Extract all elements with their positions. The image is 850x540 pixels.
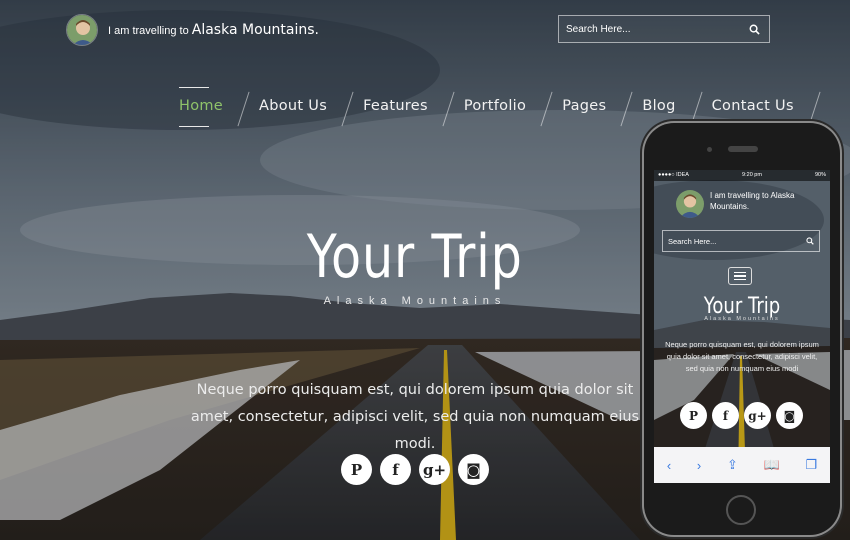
avatar <box>66 14 98 46</box>
search-button[interactable] <box>739 16 769 42</box>
search-icon <box>749 24 760 35</box>
nav-item-label: Contact Us <box>711 98 794 114</box>
search-input[interactable] <box>559 23 739 35</box>
pinterest-icon[interactable]: P <box>341 454 372 485</box>
brand-prefix: I am travelling to <box>108 25 189 37</box>
pinterest-icon[interactable]: P <box>680 402 707 429</box>
phone-brand[interactable]: I am travelling to Alaska Mountains. <box>676 190 820 218</box>
phone-screen: ●●●●○ IDEA 9:20 pm 90% I am travelling t… <box>654 170 830 483</box>
nav-item-contact-us[interactable]: Contact Us <box>694 88 821 127</box>
hero-title: Your Trip <box>306 222 523 292</box>
nav-item-features[interactable]: Features <box>345 88 455 127</box>
instagram-icon[interactable]: ◙ <box>458 454 489 485</box>
nav-item-blog[interactable]: Blog <box>624 88 703 127</box>
nav-item-label: Features <box>363 98 428 114</box>
phone-mockup: ●●●●○ IDEA 9:20 pm 90% I am travelling t… <box>644 123 840 535</box>
phone-status-bar: ●●●●○ IDEA 9:20 pm 90% <box>654 170 830 181</box>
hero-lead-text: Neque porro quisquam est, qui dolorem ip… <box>190 381 640 452</box>
brand-destination: Alaska Mountains. <box>191 22 319 38</box>
share-icon[interactable]: ⇪ <box>727 457 738 473</box>
brand-text: I am travelling to Alaska Mountains. <box>108 22 319 38</box>
nav-item-label: Portfolio <box>463 98 527 114</box>
main-nav: Home About Us Features Portfolio Pages B… <box>176 87 821 127</box>
nav-item-pages[interactable]: Pages <box>544 88 633 127</box>
phone-hero-lead-text: Neque porro quisquam est, qui dolorem ip… <box>665 340 819 373</box>
phone-brand-text: I am travelling to Alaska Mountains. <box>710 190 820 212</box>
search-placeholder: Search Here... <box>668 236 717 246</box>
battery-label: 90% <box>814 172 826 178</box>
nav-item-label: Home <box>179 98 224 114</box>
hamburger-menu-icon[interactable] <box>728 267 752 285</box>
carrier-label: ●●●●○ IDEA <box>658 172 689 178</box>
nav-item-home[interactable]: Home <box>176 87 250 127</box>
nav-item-portfolio[interactable]: Portfolio <box>446 88 553 127</box>
nav-item-about-us[interactable]: About Us <box>241 88 354 127</box>
social-links: P f g+ ◙ <box>341 454 489 485</box>
brand-prefix: I am travelling to <box>710 191 769 200</box>
phone-home-button <box>726 495 756 525</box>
search-box <box>558 15 770 43</box>
nav-item-label: Pages <box>562 98 607 114</box>
instagram-icon[interactable]: ◙ <box>776 402 803 429</box>
tabs-icon[interactable]: ❐ <box>805 457 817 473</box>
nav-item-label: About Us <box>259 98 328 114</box>
google-plus-icon[interactable]: g+ <box>744 402 771 429</box>
phone-social-links: P f g+ ◙ <box>680 402 803 429</box>
facebook-icon[interactable]: f <box>712 402 739 429</box>
phone-hero-subtitle: Alaska Mountains <box>704 316 780 322</box>
bookmarks-icon[interactable]: 📖 <box>764 457 780 473</box>
brand[interactable]: I am travelling to Alaska Mountains. <box>66 14 319 46</box>
back-icon[interactable]: ‹ <box>667 458 671 473</box>
time-label: 9:20 pm <box>742 172 762 178</box>
google-plus-icon[interactable]: g+ <box>419 454 450 485</box>
phone-speaker <box>728 146 758 152</box>
forward-icon[interactable]: › <box>697 458 701 473</box>
avatar <box>676 190 704 218</box>
facebook-icon[interactable]: f <box>380 454 411 485</box>
nav-item-label: Blog <box>642 98 676 114</box>
browser-toolbar: ‹ › ⇪ 📖 ❐ <box>654 447 830 483</box>
search-icon[interactable] <box>801 237 819 245</box>
phone-search-input[interactable]: Search Here... <box>662 230 820 252</box>
phone-camera <box>707 147 712 152</box>
